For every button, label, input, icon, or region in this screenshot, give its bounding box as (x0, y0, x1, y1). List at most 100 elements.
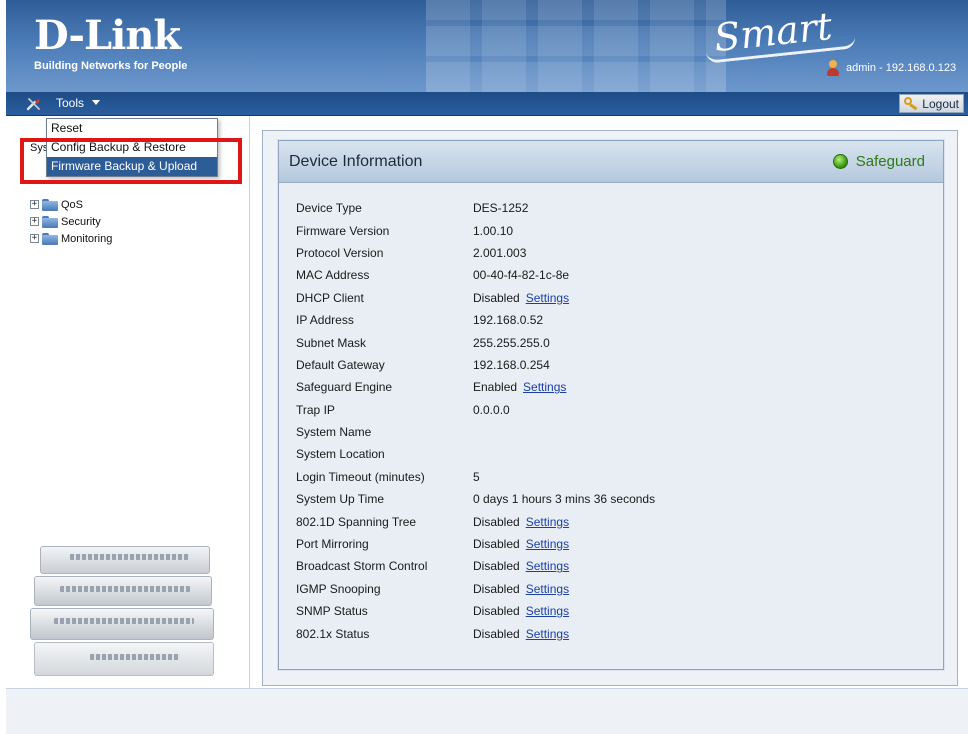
table-row: System Name (296, 421, 873, 443)
row-label: SNMP Status (296, 604, 368, 619)
tools-menu-button[interactable]: Tools (56, 96, 101, 110)
tools-dropdown-menu: Reset Config Backup & Restore Firmware B… (46, 118, 218, 177)
dlink-logo: D-Link (34, 12, 181, 59)
table-row: MAC Address 00-40-f4-82-1c-8e (296, 264, 873, 286)
row-value: 2.001.003 (473, 245, 527, 260)
table-row: System Location (296, 443, 873, 465)
row-label: 802.1x Status (296, 626, 370, 641)
row-value-cell: Disabled Settings (473, 287, 873, 309)
table-row: Default Gateway 192.168.0.254 (296, 354, 873, 376)
settings-link[interactable]: Settings (526, 582, 569, 596)
settings-link[interactable]: Settings (526, 515, 569, 529)
table-row: Port Mirroring Disabled Settings (296, 533, 873, 555)
bottom-area (6, 688, 968, 734)
table-row: Trap IP 0.0.0.0 (296, 399, 873, 421)
tree-item-label: QoS (61, 198, 84, 211)
table-row: DHCP Client Disabled Settings (296, 287, 873, 309)
row-value: Disabled (473, 559, 520, 574)
settings-link[interactable]: Settings (526, 291, 569, 305)
row-label: System Location (296, 447, 385, 462)
menu-item-config-backup-restore[interactable]: Config Backup & Restore (47, 138, 217, 157)
menu-item-reset[interactable]: Reset (47, 119, 217, 138)
page-title: Device Information (289, 153, 423, 170)
row-label: Login Timeout (minutes) (296, 469, 425, 484)
row-value-cell: Disabled Settings (473, 622, 873, 644)
table-row: SNMP Status Disabled Settings (296, 600, 873, 622)
tree-item-label: Security (61, 215, 101, 228)
row-label: Device Type (296, 201, 362, 216)
user-icon (826, 60, 840, 76)
row-value: 192.168.0.52 (473, 313, 544, 328)
row-value-cell: 192.168.0.52 (473, 309, 873, 331)
row-value-cell: 0.0.0.0 (473, 399, 873, 421)
table-row: IGMP Snooping Disabled Settings (296, 578, 873, 600)
settings-link[interactable]: Settings (523, 380, 566, 394)
settings-link[interactable]: Settings (526, 627, 569, 641)
row-value-cell: 255.255.255.0 (473, 331, 873, 353)
navigation-tree: + QoS + Security + Monitoring (30, 196, 112, 247)
table-row: IP Address 192.168.0.52 (296, 309, 873, 331)
logout-label: Logout (922, 96, 959, 111)
folder-icon (42, 215, 58, 228)
row-value-cell (473, 443, 873, 465)
table-row: System Up Time 0 days 1 hours 3 mins 36 s… (296, 488, 873, 510)
admin-info: admin - 192.168.0.123 (826, 60, 956, 76)
row-value-cell: Disabled Settings (473, 510, 873, 532)
row-value: 00-40-f4-82-1c-8e (473, 268, 570, 283)
row-label: IGMP Snooping (296, 581, 381, 596)
plus-icon[interactable]: + (30, 234, 39, 243)
admin-text: admin - 192.168.0.123 (846, 62, 957, 74)
row-label: 802.1D Spanning Tree (296, 514, 417, 529)
tree-item-qos[interactable]: + QoS (30, 196, 112, 213)
plus-icon[interactable]: + (30, 200, 39, 209)
row-value-cell: 00-40-f4-82-1c-8e (473, 264, 873, 286)
switch-product-image (30, 536, 220, 686)
row-value: 5 (473, 469, 480, 484)
row-value-cell: 2.001.003 (473, 242, 873, 264)
row-label: Default Gateway (296, 357, 385, 372)
row-label: MAC Address (296, 268, 370, 283)
row-value-cell: 192.168.0.254 (473, 354, 873, 376)
row-label: System Name (296, 425, 372, 440)
logout-button[interactable]: Logout (899, 94, 964, 113)
row-value-cell: Disabled Settings (473, 555, 873, 577)
table-row: 802.1D Spanning Tree Disabled Settings (296, 510, 873, 532)
menu-item-firmware-backup-upload[interactable]: Firmware Backup & Upload (47, 157, 217, 176)
settings-link[interactable]: Settings (526, 559, 569, 573)
chevron-down-icon (92, 100, 101, 105)
table-row: Subnet Mask 255.255.255.0 (296, 331, 873, 353)
device-information-header: Device Information Safeguard (279, 141, 943, 183)
row-value: 1.00.10 (473, 223, 514, 238)
row-value: Disabled (473, 604, 520, 619)
settings-link[interactable]: Settings (526, 537, 569, 551)
row-label: Protocol Version (296, 245, 384, 260)
safeguard-label: Safeguard (855, 153, 925, 170)
row-value-cell: 0 days 1 hours 3 mins 36 seconds (473, 488, 873, 510)
device-info-table: Device Type DES-1252 Firmware Version 1.00.… (296, 197, 873, 645)
tools-label: Tools (56, 96, 85, 110)
row-value-cell: Disabled Settings (473, 600, 873, 622)
tools-icon (26, 98, 40, 111)
row-value: 192.168.0.254 (473, 357, 550, 372)
row-label: DHCP Client (296, 290, 364, 305)
table-row: Device Type DES-1252 (296, 197, 873, 219)
row-value: Disabled (473, 514, 520, 529)
row-label: System Up Time (296, 492, 385, 507)
row-value-cell: 5 (473, 466, 873, 488)
folder-icon (42, 198, 58, 211)
plus-icon[interactable]: + (30, 217, 39, 226)
settings-link[interactable]: Settings (526, 604, 569, 618)
row-value: 0 days 1 hours 3 mins 36 seconds (473, 492, 656, 507)
safeguard-status-icon (832, 154, 848, 169)
table-row: Broadcast Storm Control Disabled Settings (296, 555, 873, 577)
row-value: DES-1252 (473, 201, 529, 216)
row-label: Firmware Version (296, 223, 390, 238)
header-grid-pattern (426, 0, 726, 92)
tree-item-monitoring[interactable]: + Monitoring (30, 230, 112, 247)
row-value: Enabled (473, 380, 518, 395)
row-value-cell: Disabled Settings (473, 533, 873, 555)
table-row: Firmware Version 1.00.10 (296, 219, 873, 241)
table-row: Safeguard Engine Enabled Settings (296, 376, 873, 398)
row-value: 255.255.255.0 (473, 335, 550, 350)
tree-item-security[interactable]: + Security (30, 213, 112, 230)
